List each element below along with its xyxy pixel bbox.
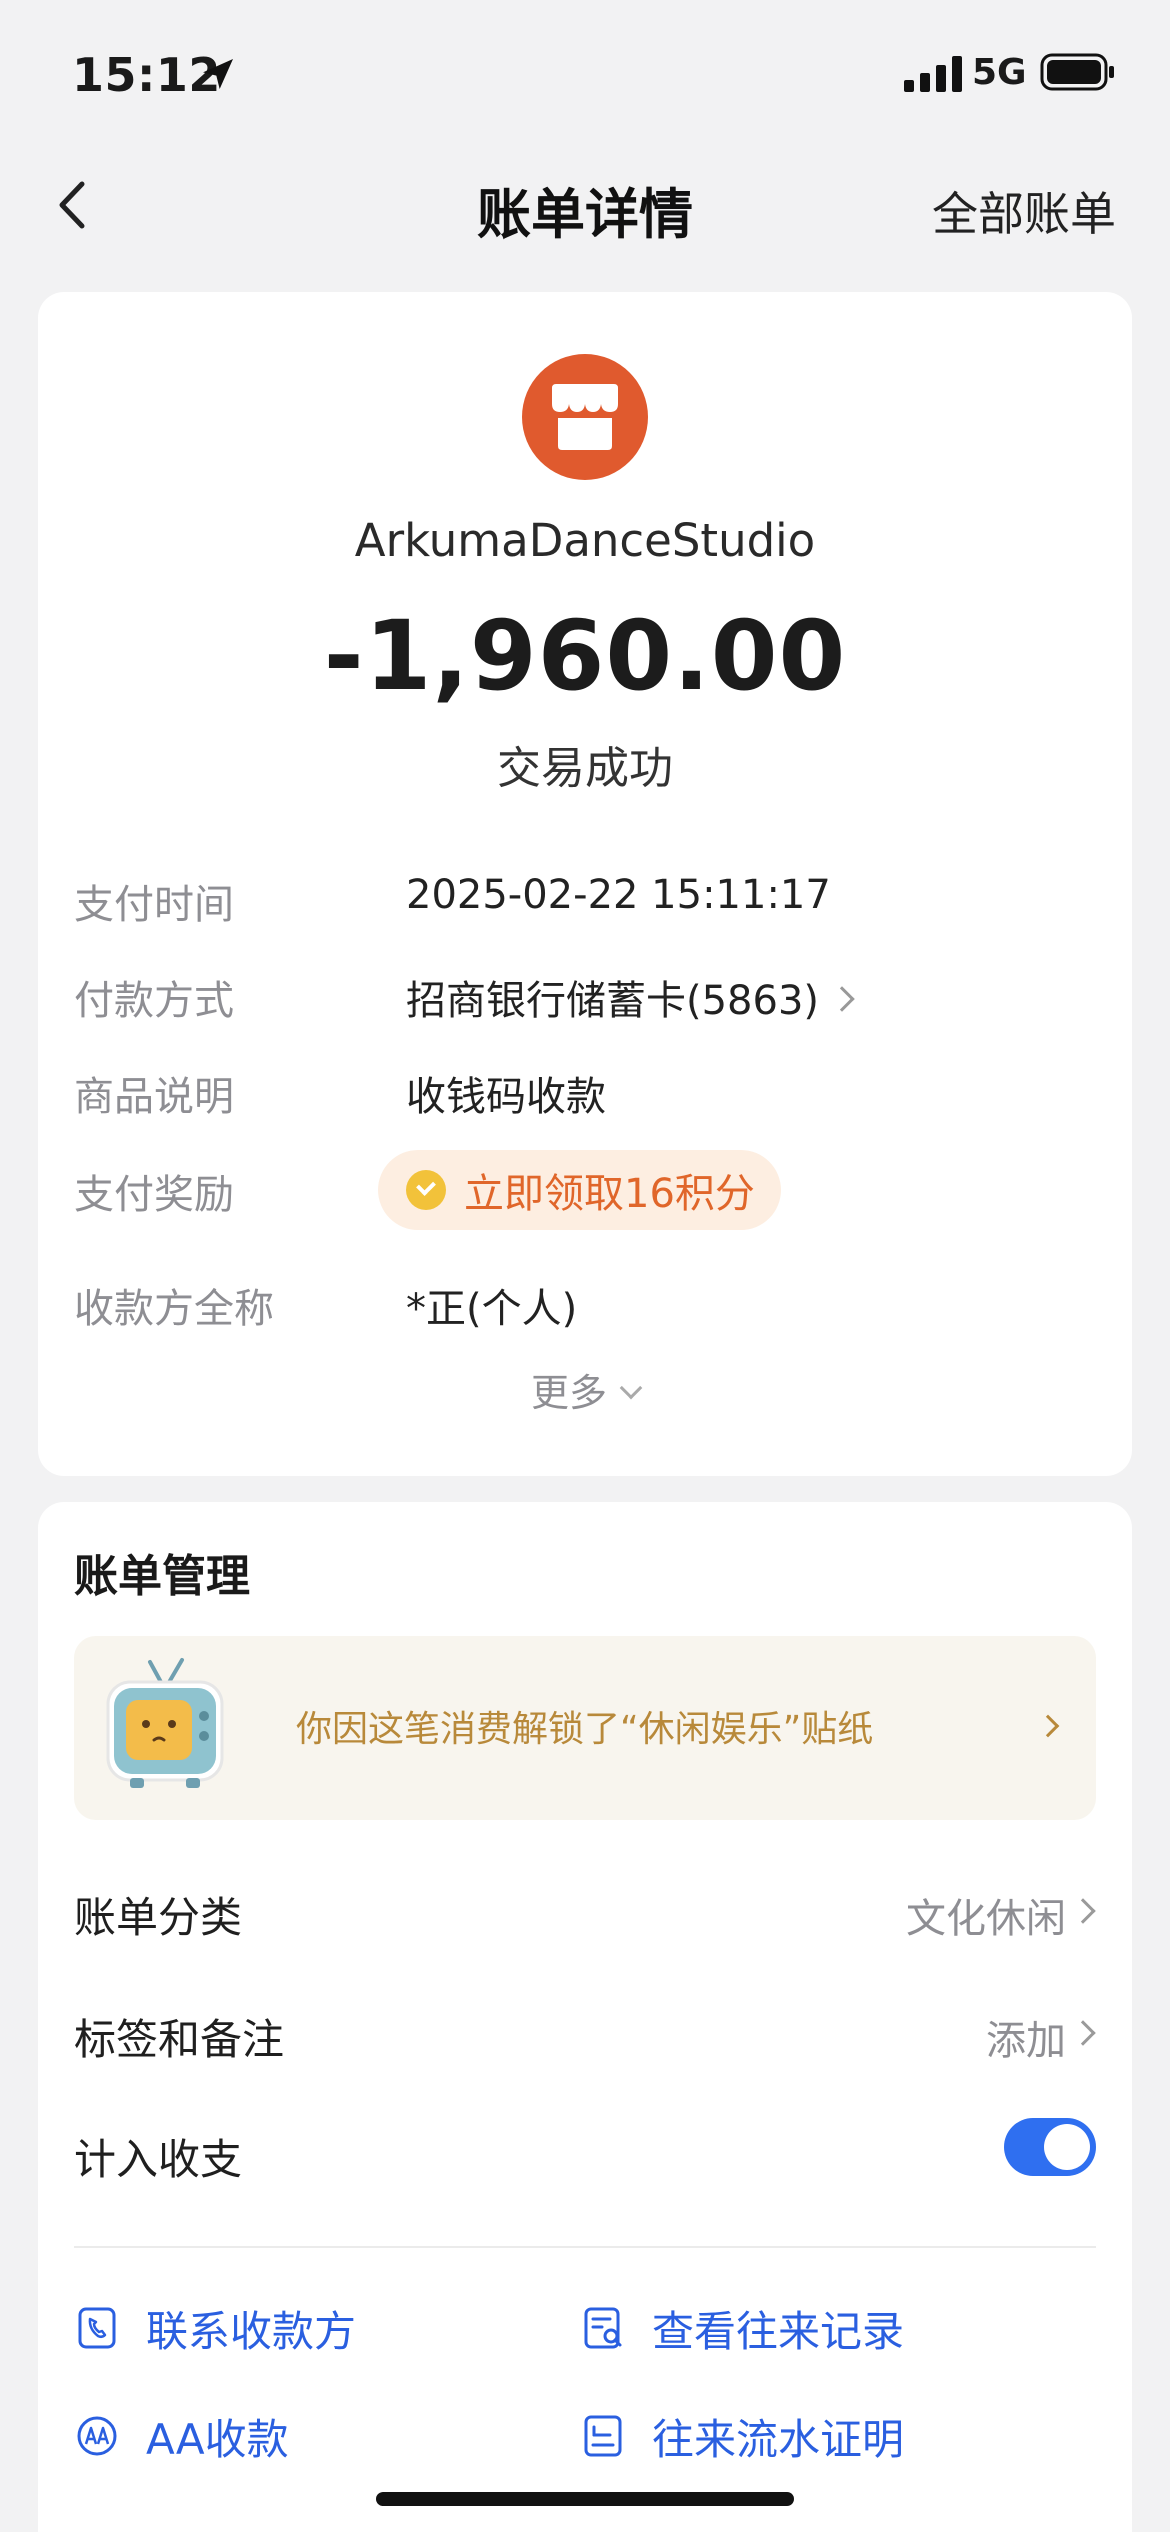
detail-row-payment-method[interactable]: 付款方式 招商银行储蓄卡(5863) <box>74 968 1096 1028</box>
tv-sticker-icon <box>106 1658 224 1788</box>
status-bar: 15:12 5G <box>0 0 1170 150</box>
certificate-icon <box>584 2415 622 2457</box>
sticker-text: 你因这笔消费解锁了“休闲娱乐”贴纸 <box>296 1709 874 1750</box>
detail-row-reward: 支付奖励 立即领取16积分 <box>74 1150 1096 1230</box>
chevron-right-icon <box>829 986 855 1012</box>
aa-collect-button[interactable]: AA收款 <box>74 2404 289 2468</box>
detail-label: 收款方全称 <box>74 1286 274 1332</box>
tags-notes-label: 标签和备注 <box>74 2015 285 2064</box>
detail-row-payee: 收款方全称 *正(个人) <box>74 1276 1096 1336</box>
bill-management-card: 账单管理 你因这笔消费解锁了“休闲娱乐”贴纸 账单分类 文化休闲 标签和备注 添… <box>38 1502 1132 2532</box>
transaction-certificate-button[interactable]: 往来流水证明 <box>580 2404 904 2468</box>
bill-category-value: 文化休闲 <box>906 1896 1066 1942</box>
divider <box>74 2246 1096 2248</box>
sticker-banner[interactable]: 你因这笔消费解锁了“休闲娱乐”贴纸 <box>74 1636 1096 1820</box>
chevron-right-icon <box>1036 1714 1060 1738</box>
aa-icon <box>77 2416 117 2456</box>
toggle-knob <box>1044 2124 1090 2170</box>
view-records-label: 查看往来记录 <box>652 2306 905 2356</box>
records-icon <box>584 2307 622 2349</box>
payment-method-value[interactable]: 招商银行储蓄卡(5863) <box>406 968 855 1026</box>
navigation-bar: 账单详情 全部账单 <box>0 150 1170 260</box>
transaction-amount: -1,960.00 <box>323 600 847 712</box>
detail-label: 付款方式 <box>74 978 234 1024</box>
battery-icon <box>1040 53 1114 91</box>
claim-points-label: 立即领取16积分 <box>464 1171 755 1217</box>
detail-label: 商品说明 <box>74 1074 234 1120</box>
detail-row-description: 商品说明 收钱码收款 <box>74 1064 1096 1124</box>
include-in-stats-label: 计入收支 <box>74 2135 243 2184</box>
merchant-name: ArkumaDanceStudio <box>354 514 816 567</box>
view-records-button[interactable]: 查看往来记录 <box>580 2296 904 2360</box>
phone-icon <box>78 2307 116 2349</box>
merchant-avatar <box>522 354 648 480</box>
aa-collect-label: AA收款 <box>146 2414 289 2464</box>
chevron-down-icon <box>619 1376 643 1400</box>
transaction-status: 交易成功 <box>497 743 673 794</box>
tags-notes-value: 添加 <box>986 2018 1066 2064</box>
detail-row-payment-time: 支付时间 2025-02-22 15:11:17 <box>74 872 1096 932</box>
more-label: 更多 <box>530 1371 607 1415</box>
detail-value: *正(个人) <box>406 1286 578 1332</box>
tags-notes-row[interactable]: 标签和备注 添加 <box>74 1996 1096 2066</box>
bill-category-label: 账单分类 <box>74 1893 243 1942</box>
detail-label: 支付奖励 <box>74 1172 234 1218</box>
include-in-stats-row: 计入收支 <box>74 2116 1096 2186</box>
claim-points-button[interactable]: 立即领取16积分 <box>378 1150 781 1230</box>
location-arrow-icon <box>203 59 233 89</box>
cellular-signal-icon <box>904 56 962 92</box>
transaction-card: ArkumaDanceStudio -1,960.00 交易成功 支付时间 20… <box>38 292 1132 1476</box>
contact-payee-label: 联系收款方 <box>146 2306 357 2356</box>
coin-icon <box>406 1170 446 1210</box>
bill-category-row[interactable]: 账单分类 文化休闲 <box>74 1874 1096 1944</box>
detail-value-text: 招商银行储蓄卡(5863) <box>406 978 820 1024</box>
chevron-right-icon <box>1070 2020 1096 2046</box>
detail-label: 支付时间 <box>74 882 234 928</box>
contact-payee-button[interactable]: 联系收款方 <box>74 2296 356 2360</box>
transaction-certificate-label: 往来流水证明 <box>652 2414 905 2464</box>
all-bills-link[interactable]: 全部账单 <box>932 178 1116 244</box>
detail-value: 收钱码收款 <box>406 1074 606 1120</box>
storefront-icon <box>552 384 618 450</box>
include-in-stats-toggle[interactable] <box>1004 2118 1096 2176</box>
bill-detail-page: 15:12 5G 账单详情 全部账单 ArkumaDanceStudio -1,… <box>0 0 1170 2532</box>
chevron-right-icon <box>1070 1898 1096 1924</box>
home-indicator[interactable] <box>376 2492 794 2506</box>
detail-value: 2025-02-22 15:11:17 <box>406 872 831 918</box>
section-title: 账单管理 <box>74 1551 250 1602</box>
more-button[interactable]: 更多 <box>38 1362 1132 1417</box>
network-type: 5G <box>972 52 1027 93</box>
